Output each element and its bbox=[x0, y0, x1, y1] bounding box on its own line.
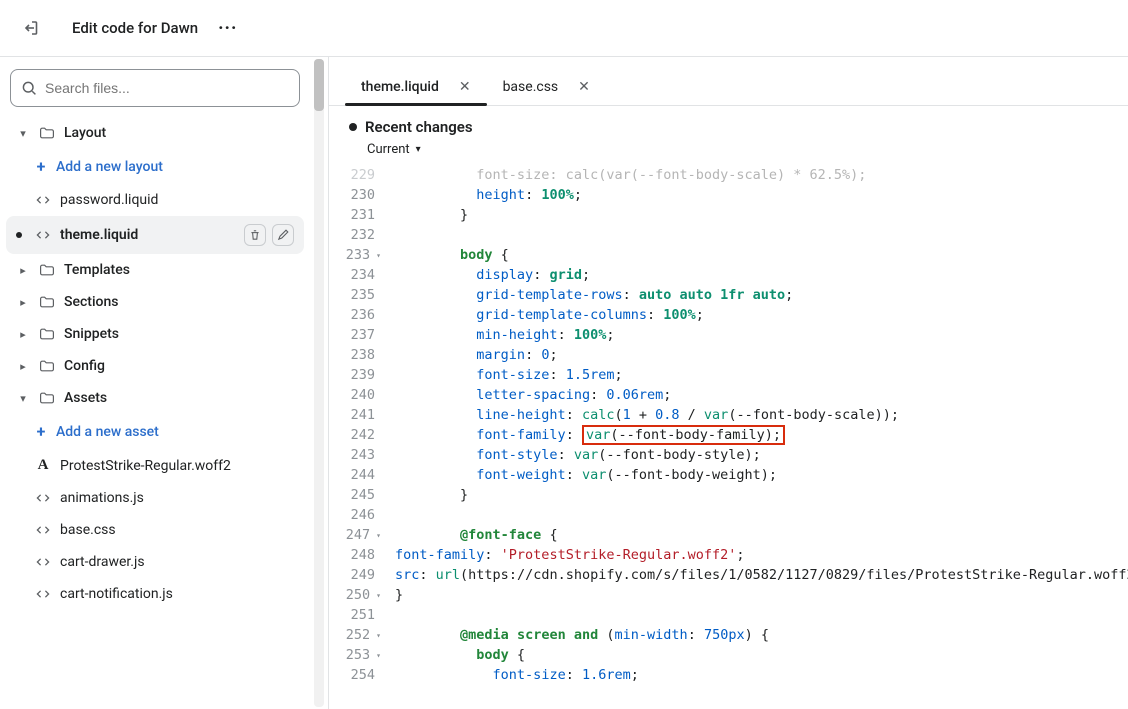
code-content[interactable]: font-size: calc(var(--font-body-scale) *… bbox=[389, 165, 1128, 709]
rename-button[interactable] bbox=[272, 224, 294, 246]
file-tree: ▾ Layout + Add a new layout password.liq… bbox=[6, 117, 304, 709]
file-theme-liquid[interactable]: theme.liquid bbox=[6, 216, 304, 254]
folder-label: Config bbox=[64, 358, 105, 374]
search-input[interactable] bbox=[45, 80, 289, 96]
code-editor[interactable]: 2292302312322332342352362372382392402412… bbox=[329, 165, 1128, 709]
chevron-right-icon: ▸ bbox=[16, 264, 30, 277]
chevron-right-icon: ▸ bbox=[16, 328, 30, 341]
exit-icon[interactable] bbox=[16, 14, 44, 42]
chevron-down-icon: ▾ bbox=[416, 144, 421, 155]
editor-tabs: theme.liquid ✕ base.css ✕ bbox=[329, 57, 1128, 105]
folder-icon bbox=[38, 262, 56, 278]
modified-dot-icon bbox=[16, 232, 22, 238]
folder-snippets[interactable]: ▸ Snippets bbox=[6, 318, 304, 350]
file-label: password.liquid bbox=[60, 192, 158, 208]
folder-icon bbox=[38, 294, 56, 310]
folder-sections[interactable]: ▸ Sections bbox=[6, 286, 304, 318]
add-label: Add a new layout bbox=[56, 159, 163, 175]
folder-templates[interactable]: ▸ Templates bbox=[6, 254, 304, 286]
file-label: theme.liquid bbox=[60, 227, 138, 243]
file-base-css[interactable]: base.css bbox=[6, 514, 304, 546]
folder-icon bbox=[38, 125, 56, 141]
code-icon bbox=[34, 490, 52, 506]
file-label: base.css bbox=[60, 522, 116, 538]
bullet-icon bbox=[349, 123, 357, 131]
tab-base-css[interactable]: base.css ✕ bbox=[487, 71, 606, 105]
file-label: cart-drawer.js bbox=[60, 554, 145, 570]
more-menu-icon[interactable]: ··· bbox=[214, 18, 237, 39]
folder-icon bbox=[38, 326, 56, 342]
recent-changes: Recent changes Current ▾ bbox=[329, 106, 1128, 165]
tab-theme-liquid[interactable]: theme.liquid ✕ bbox=[345, 71, 487, 105]
close-icon[interactable]: ✕ bbox=[459, 79, 471, 95]
file-cart-drawer-js[interactable]: cart-drawer.js bbox=[6, 546, 304, 578]
chevron-down-icon: ▾ bbox=[16, 392, 30, 405]
search-icon bbox=[21, 80, 37, 96]
code-icon bbox=[34, 227, 52, 243]
topbar: Edit code for Dawn ··· bbox=[0, 0, 1128, 56]
search-input-wrap[interactable] bbox=[10, 69, 300, 107]
recent-dropdown[interactable]: Current ▾ bbox=[349, 136, 1108, 157]
folder-label: Snippets bbox=[64, 326, 119, 342]
folder-icon bbox=[38, 390, 56, 406]
file-label: cart-notification.js bbox=[60, 586, 173, 602]
close-icon[interactable]: ✕ bbox=[578, 79, 590, 95]
file-animations-js[interactable]: animations.js bbox=[6, 482, 304, 514]
code-icon bbox=[34, 192, 52, 208]
file-cart-notification-js[interactable]: cart-notification.js bbox=[6, 578, 304, 610]
code-icon bbox=[34, 522, 52, 538]
plus-icon: + bbox=[34, 157, 48, 176]
page-title: Edit code for Dawn bbox=[60, 19, 198, 37]
folder-config[interactable]: ▸ Config bbox=[6, 350, 304, 382]
folder-assets[interactable]: ▾ Assets bbox=[6, 382, 304, 414]
folder-label: Assets bbox=[64, 390, 107, 406]
chevron-right-icon: ▸ bbox=[16, 360, 30, 373]
chevron-right-icon: ▸ bbox=[16, 296, 30, 309]
sidebar: ▾ Layout + Add a new layout password.liq… bbox=[0, 57, 310, 709]
line-gutter: 2292302312322332342352362372382392402412… bbox=[329, 165, 389, 709]
sidebar-scrollbar[interactable] bbox=[310, 57, 328, 709]
file-label: ProtestStrike-Regular.woff2 bbox=[60, 458, 231, 474]
folder-label: Sections bbox=[64, 294, 118, 310]
plus-icon: + bbox=[34, 422, 48, 441]
add-layout-button[interactable]: + Add a new layout bbox=[6, 149, 304, 184]
code-icon bbox=[34, 586, 52, 602]
folder-label: Layout bbox=[64, 125, 106, 141]
folder-layout[interactable]: ▾ Layout bbox=[6, 117, 304, 149]
recent-title-label: Recent changes bbox=[365, 118, 473, 136]
file-password-liquid[interactable]: password.liquid bbox=[6, 184, 304, 216]
file-label: animations.js bbox=[60, 490, 144, 506]
font-icon: A bbox=[34, 457, 52, 474]
recent-current-label: Current bbox=[367, 142, 410, 157]
chevron-down-icon: ▾ bbox=[16, 127, 30, 140]
tab-label: base.css bbox=[503, 79, 559, 95]
delete-button[interactable] bbox=[244, 224, 266, 246]
add-label: Add a new asset bbox=[56, 424, 159, 440]
tab-label: theme.liquid bbox=[361, 79, 439, 95]
folder-label: Templates bbox=[64, 262, 130, 278]
add-asset-button[interactable]: + Add a new asset bbox=[6, 414, 304, 449]
code-icon bbox=[34, 554, 52, 570]
main: ▾ Layout + Add a new layout password.liq… bbox=[0, 57, 1128, 709]
editor-pane: theme.liquid ✕ base.css ✕ Recent changes… bbox=[328, 57, 1128, 709]
folder-icon bbox=[38, 358, 56, 374]
file-proteststrike-woff2[interactable]: A ProtestStrike-Regular.woff2 bbox=[6, 449, 304, 482]
